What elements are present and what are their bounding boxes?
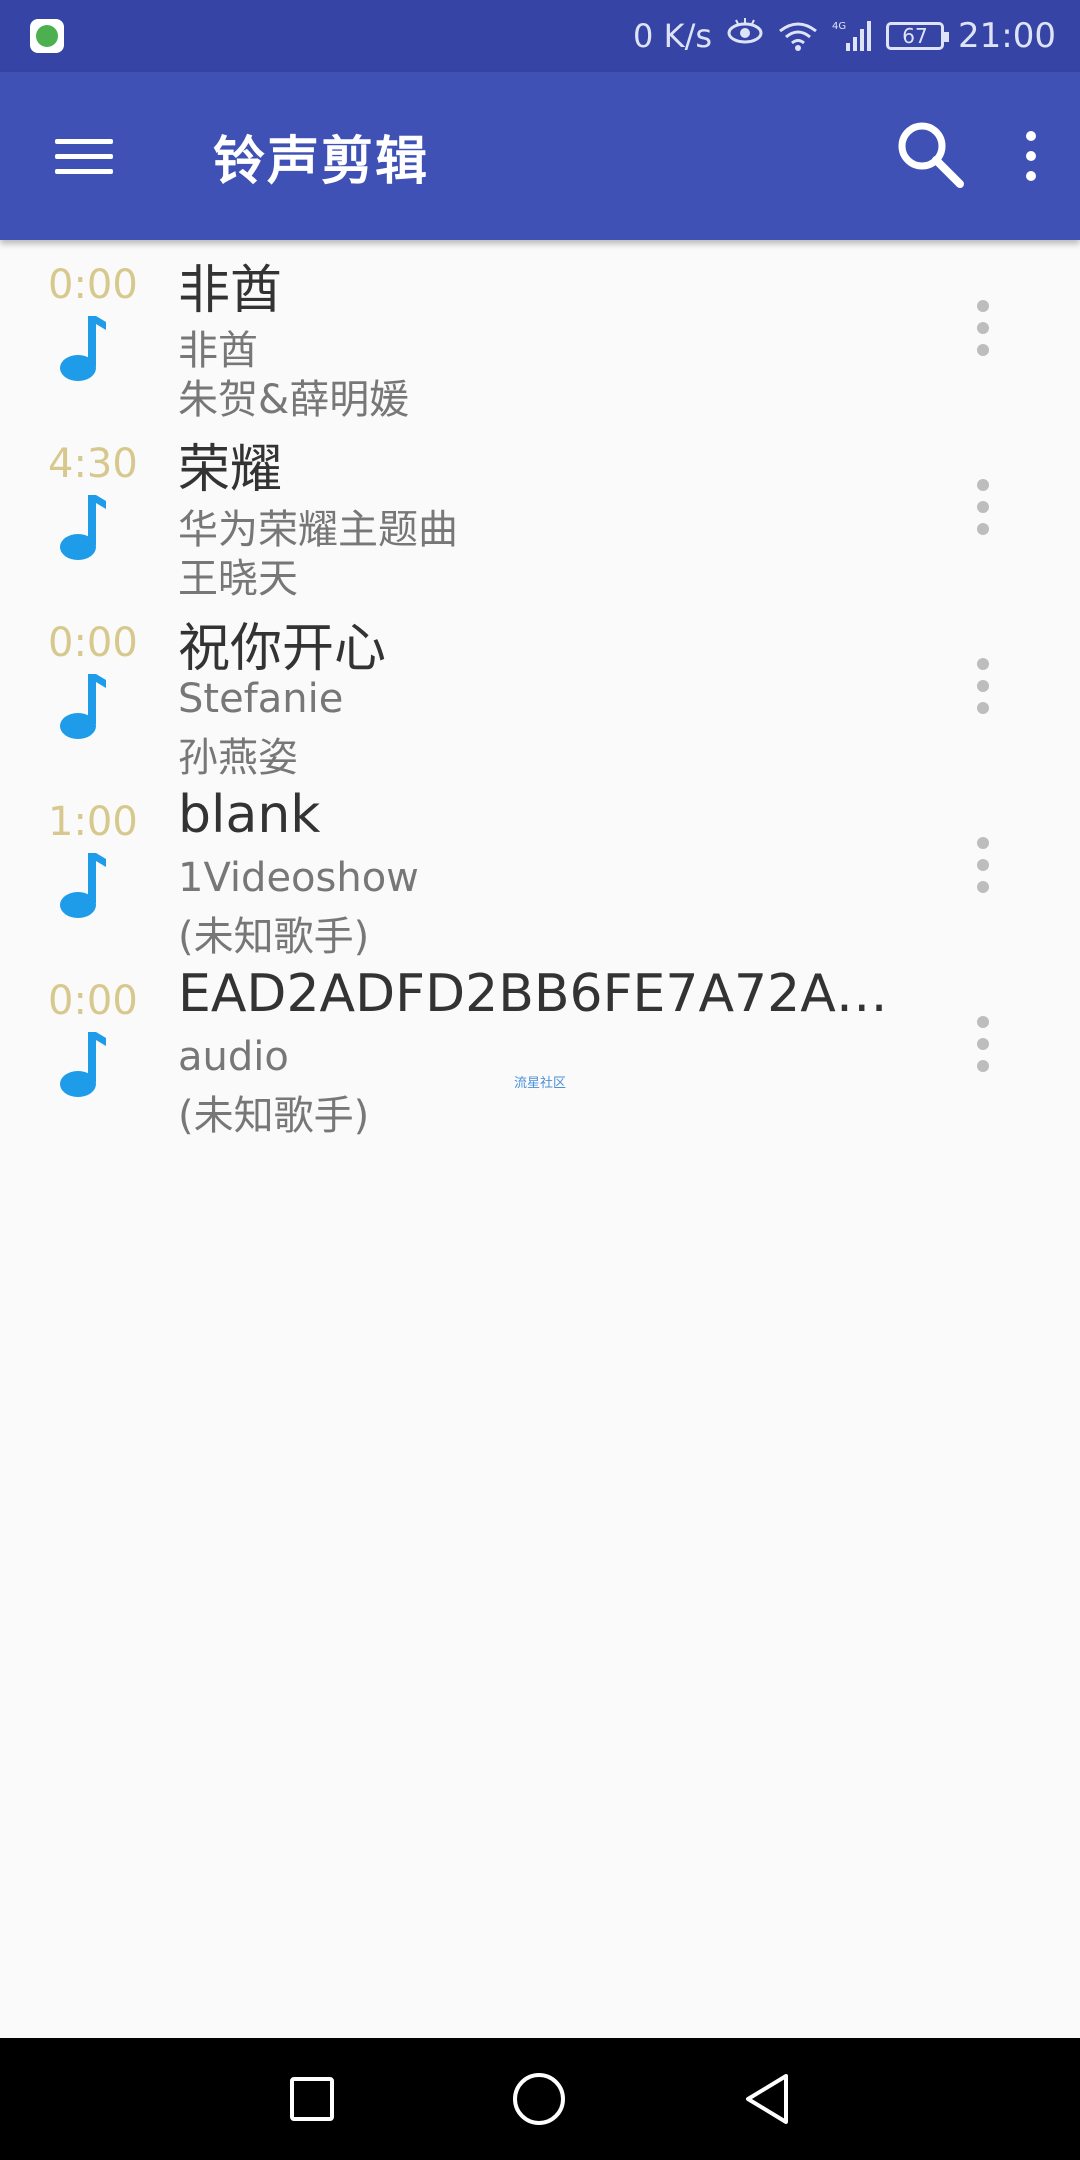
app-bar: 铃声剪辑 bbox=[0, 72, 1080, 240]
status-indicators: 0 K/s 4G 67 21:00 bbox=[633, 16, 1056, 56]
recents-square-icon[interactable] bbox=[288, 2075, 336, 2123]
more-vert-icon[interactable] bbox=[976, 658, 990, 714]
song-artist: (未知歌手) bbox=[178, 1093, 370, 1139]
song-duration: 1:00 bbox=[48, 799, 138, 845]
more-vert-icon[interactable] bbox=[1026, 131, 1036, 181]
more-vert-icon[interactable] bbox=[976, 837, 990, 893]
song-artist: (未知歌手) bbox=[178, 914, 370, 960]
menu-icon[interactable] bbox=[55, 135, 113, 177]
home-circle-icon[interactable] bbox=[511, 2071, 567, 2127]
song-duration: 0:00 bbox=[48, 620, 138, 666]
clock: 21:00 bbox=[958, 16, 1056, 56]
song-title: 非酋 bbox=[178, 261, 283, 321]
svg-text:4G: 4G bbox=[832, 21, 846, 32]
list-item[interactable]: 0:00 非酋 非酋 朱贺&薛明媛 bbox=[0, 240, 1080, 423]
list-item[interactable]: 0:00 祝你开心 Stefanie 孙燕姿 bbox=[0, 598, 1080, 781]
song-title: 祝你开心 bbox=[178, 619, 387, 679]
cell-signal-icon: 4G bbox=[832, 19, 872, 53]
watermark: 流星社区 bbox=[514, 1076, 567, 1091]
list-item[interactable]: 1:00 blank 1Videoshow (未知歌手) bbox=[0, 777, 1080, 960]
song-duration: 0:00 bbox=[48, 978, 138, 1024]
wifi-icon bbox=[778, 21, 818, 51]
list-item[interactable]: 0:00 EAD2ADFD2BB6FE7A72A142... audio (未知… bbox=[0, 956, 1080, 1139]
more-vert-icon[interactable] bbox=[976, 1016, 990, 1072]
list-item[interactable]: 4:30 荣耀 华为荣耀主题曲 王晓天 bbox=[0, 419, 1080, 602]
song-album: Stefanie bbox=[178, 676, 344, 722]
page-title: 铃声剪辑 bbox=[213, 131, 430, 192]
song-duration: 0:00 bbox=[48, 262, 138, 308]
system-nav-bar bbox=[0, 2038, 1080, 2160]
more-vert-icon[interactable] bbox=[976, 300, 990, 356]
battery-level: 67 bbox=[902, 24, 928, 48]
ringtone-list: 0:00 非酋 非酋 朱贺&薛明媛 4:30 荣耀 华为荣耀主题曲 王晓天 0:… bbox=[0, 240, 1080, 1139]
song-artist: 王晓天 bbox=[178, 556, 298, 602]
back-triangle-icon[interactable] bbox=[742, 2072, 792, 2126]
song-artist: 孙燕姿 bbox=[178, 735, 298, 781]
song-title: 荣耀 bbox=[178, 440, 283, 500]
network-speed: 0 K/s bbox=[633, 17, 713, 55]
song-album: audio bbox=[178, 1034, 289, 1080]
status-bar: 0 K/s 4G 67 21:00 bbox=[0, 0, 1080, 72]
music-note-icon bbox=[58, 853, 108, 923]
music-note-icon bbox=[58, 316, 108, 386]
eye-comfort-icon bbox=[726, 18, 764, 54]
song-title: EAD2ADFD2BB6FE7A72A142... bbox=[178, 964, 918, 1024]
battery-icon: 67 bbox=[886, 22, 950, 50]
music-note-icon bbox=[58, 495, 108, 565]
song-title: blank bbox=[178, 785, 321, 845]
search-icon[interactable] bbox=[894, 118, 966, 194]
music-note-icon bbox=[58, 1032, 108, 1102]
app-notification-icon bbox=[30, 19, 64, 53]
song-artist: 朱贺&薛明媛 bbox=[178, 377, 410, 423]
song-album: 1Videoshow bbox=[178, 855, 419, 901]
more-vert-icon[interactable] bbox=[976, 479, 990, 535]
song-duration: 4:30 bbox=[48, 441, 138, 487]
music-note-icon bbox=[58, 674, 108, 744]
